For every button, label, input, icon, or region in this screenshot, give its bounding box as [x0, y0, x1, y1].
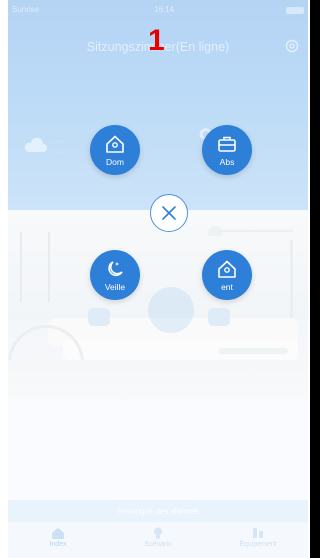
briefcase-icon — [218, 136, 236, 152]
mode-absent-button[interactable]: Abs — [202, 125, 252, 175]
mode-label: Veille — [104, 282, 126, 292]
mode-label: Dom — [106, 157, 124, 167]
mode-veille-button[interactable]: Veille — [90, 250, 140, 300]
mode-ent-button[interactable]: ent — [202, 250, 252, 300]
close-menu-button[interactable] — [150, 194, 188, 232]
modal-overlay[interactable] — [8, 0, 308, 558]
close-icon — [162, 206, 176, 220]
home-icon — [218, 260, 236, 278]
home-icon — [106, 135, 124, 153]
mode-label: Abs — [219, 157, 235, 167]
mode-label: ent — [221, 282, 233, 292]
phone-frame: Sunrise 16:14 Sitzungszimmer(En ligne) .… — [0, 0, 310, 558]
app-screen: Sunrise 16:14 Sitzungszimmer(En ligne) .… — [8, 0, 308, 558]
annotation-marker: 1 — [148, 24, 165, 57]
mode-domicile-button[interactable]: Dom — [90, 125, 140, 175]
moon-stars-icon — [108, 261, 123, 277]
